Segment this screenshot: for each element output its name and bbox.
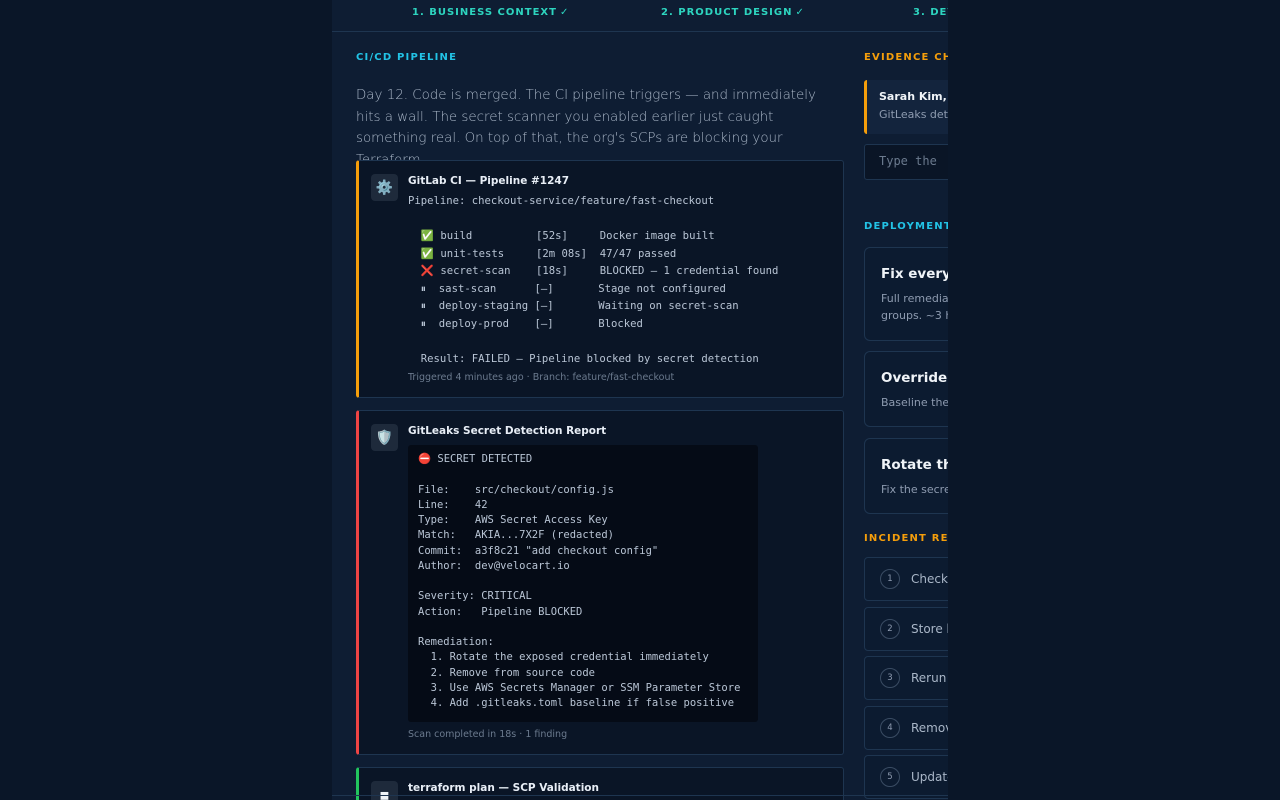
step-product-design[interactable]: 2. PRODUCT DESIGN ✓ [661,7,805,18]
incident-step[interactable]: 5 Update [864,755,948,799]
intro-text: Day 12. Code is merged. The CI pipeline … [356,88,816,168]
stop-icon: ◼ [371,781,398,800]
card-title: GitLab CI — Pipeline #1247 [408,175,570,187]
option-desc: Baseline the [881,396,948,409]
bottom-divider [332,795,948,796]
option-desc: Full remedia [881,292,948,305]
option-desc: groups. ~3 h [881,309,948,322]
shield-icon: 🛡️ [371,424,398,451]
progress-steps: 1. BUSINESS CONTEXT ✓ 2. PRODUCT DESIGN ✓ … [332,0,948,32]
main-column: CI/CD PIPELINE Day 12. Code is merged. T… [356,52,844,800]
step-number: 3 [880,668,900,688]
report-text: ⛔ SECRET DETECTED File: src/checkout/con… [418,453,741,709]
step-number: 5 [880,767,900,787]
step-text: Rerun t [911,671,948,685]
evidence-author: Sarah Kim, S [879,90,948,103]
incident-step[interactable]: 4 Remov [864,706,948,750]
step-text: Store b [911,622,948,636]
option-title: Override th [881,370,948,386]
evidence-label: EVIDENCE CHE [864,52,948,63]
side-column: EVIDENCE CHE Sarah Kim, S GitLeaks dete … [864,52,948,799]
option-override[interactable]: Override th Baseline the [864,351,948,427]
gear-icon: ⚙️ [371,174,398,201]
step-dev[interactable]: 3. DEV [913,7,948,18]
check-icon: ✓ [795,7,805,18]
option-title: Fix everyth [881,266,948,282]
option-fix-everything[interactable]: Fix everyth Full remedia groups. ~3 h [864,247,948,341]
step-text: Check C [911,572,948,586]
pipeline-output: Pipeline: checkout-service/feature/fast-… [408,195,779,365]
step-number: 4 [880,718,900,738]
step-text: Remov [911,721,948,735]
check-icon: ✓ [559,7,570,18]
evidence-card: Sarah Kim, S GitLeaks dete [864,80,948,134]
deployment-label: DEPLOYMENT [864,221,948,232]
section-label: CI/CD PIPELINE [356,52,458,63]
card-title: GitLeaks Secret Detection Report [408,425,607,437]
option-desc: Fix the secre [881,483,948,496]
pipeline-card: ⚙️ GitLab CI — Pipeline #1247 Pipeline: … [356,160,844,398]
incident-step[interactable]: 1 Check C [864,557,948,601]
incident-step[interactable]: 3 Rerun t [864,656,948,700]
step-business-context[interactable]: 1. BUSINESS CONTEXT ✓ [412,7,569,18]
card-footer: Triggered 4 minutes ago · Branch: featur… [408,372,675,383]
step-number: 2 [880,619,900,639]
option-title: Rotate the [881,457,948,473]
card-title: terraform plan — SCP Validation [408,782,599,794]
incident-label: INCIDENT RES [864,533,948,544]
evidence-text: GitLeaks dete [879,108,948,121]
app-frame: 1. BUSINESS CONTEXT ✓ 2. PRODUCT DESIGN ✓ … [332,0,948,800]
step-number: 1 [880,569,900,589]
card-footer: Scan completed in 18s · 1 finding [408,729,568,740]
gitleaks-report: ⛔ SECRET DETECTED File: src/checkout/con… [408,445,758,722]
option-rotate[interactable]: Rotate the Fix the secre [864,438,948,514]
incident-step[interactable]: 2 Store b [864,607,948,651]
gitleaks-card: 🛡️ GitLeaks Secret Detection Report ⛔ SE… [356,410,844,755]
evidence-input[interactable]: Type the [864,144,948,180]
step-text: Update [911,770,948,784]
